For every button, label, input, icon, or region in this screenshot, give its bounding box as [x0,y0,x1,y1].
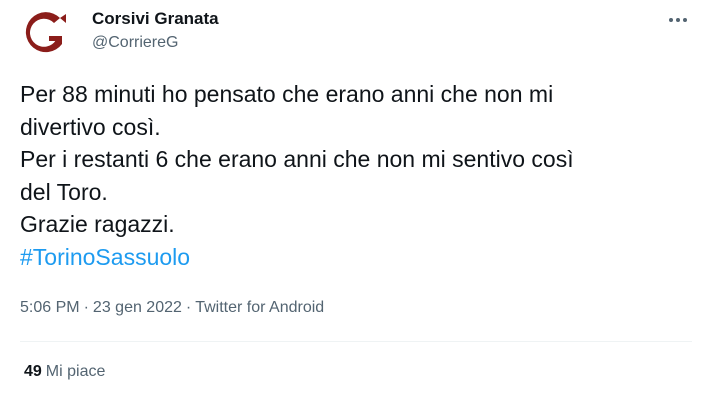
tweet-meta: 5:06 PM · 23 gen 2022 · Twitter for Android [20,297,324,319]
tweet-text: Per 88 minuti ho pensato che erano anni … [20,78,690,273]
hashtag-link[interactable]: #TorinoSassuolo [20,241,690,274]
tweet-text-line: del Toro. [20,178,108,205]
likes-count: 49 [24,363,42,380]
tweet-time: 5:06 PM [20,299,80,316]
likes-label: Mi piace [45,363,106,380]
likes-link[interactable]: 49 Mi piace [24,361,105,383]
more-icon [669,18,687,22]
avatar-logo-icon [25,12,66,53]
avatar[interactable] [20,10,74,58]
author-handle[interactable]: @CorriereG [92,32,219,54]
tweet-text-line: Per i restanti 6 che erano anni che non … [20,146,574,172]
more-options-button[interactable] [666,8,690,32]
author-block: Corsivi Granata @CorriereG [92,9,219,54]
tweet-text-line: Grazie ragazzi. [20,211,175,237]
tweet-text-line: divertivo così. [20,113,161,140]
tweet-card: Corsivi Granata @CorriereG Per 88 minuti… [0,0,712,402]
divider [20,341,692,342]
meta-separator: · [83,299,89,316]
timestamp-link[interactable]: 5:06 PM · 23 gen 2022 [20,299,182,316]
author-display-name[interactable]: Corsivi Granata [92,9,219,29]
tweet-date: 23 gen 2022 [92,299,182,316]
tweet-text-line: Per 88 minuti ho pensato che erano anni … [20,81,554,107]
source-link[interactable]: Twitter for Android [195,299,324,316]
meta-separator: · [185,299,192,316]
